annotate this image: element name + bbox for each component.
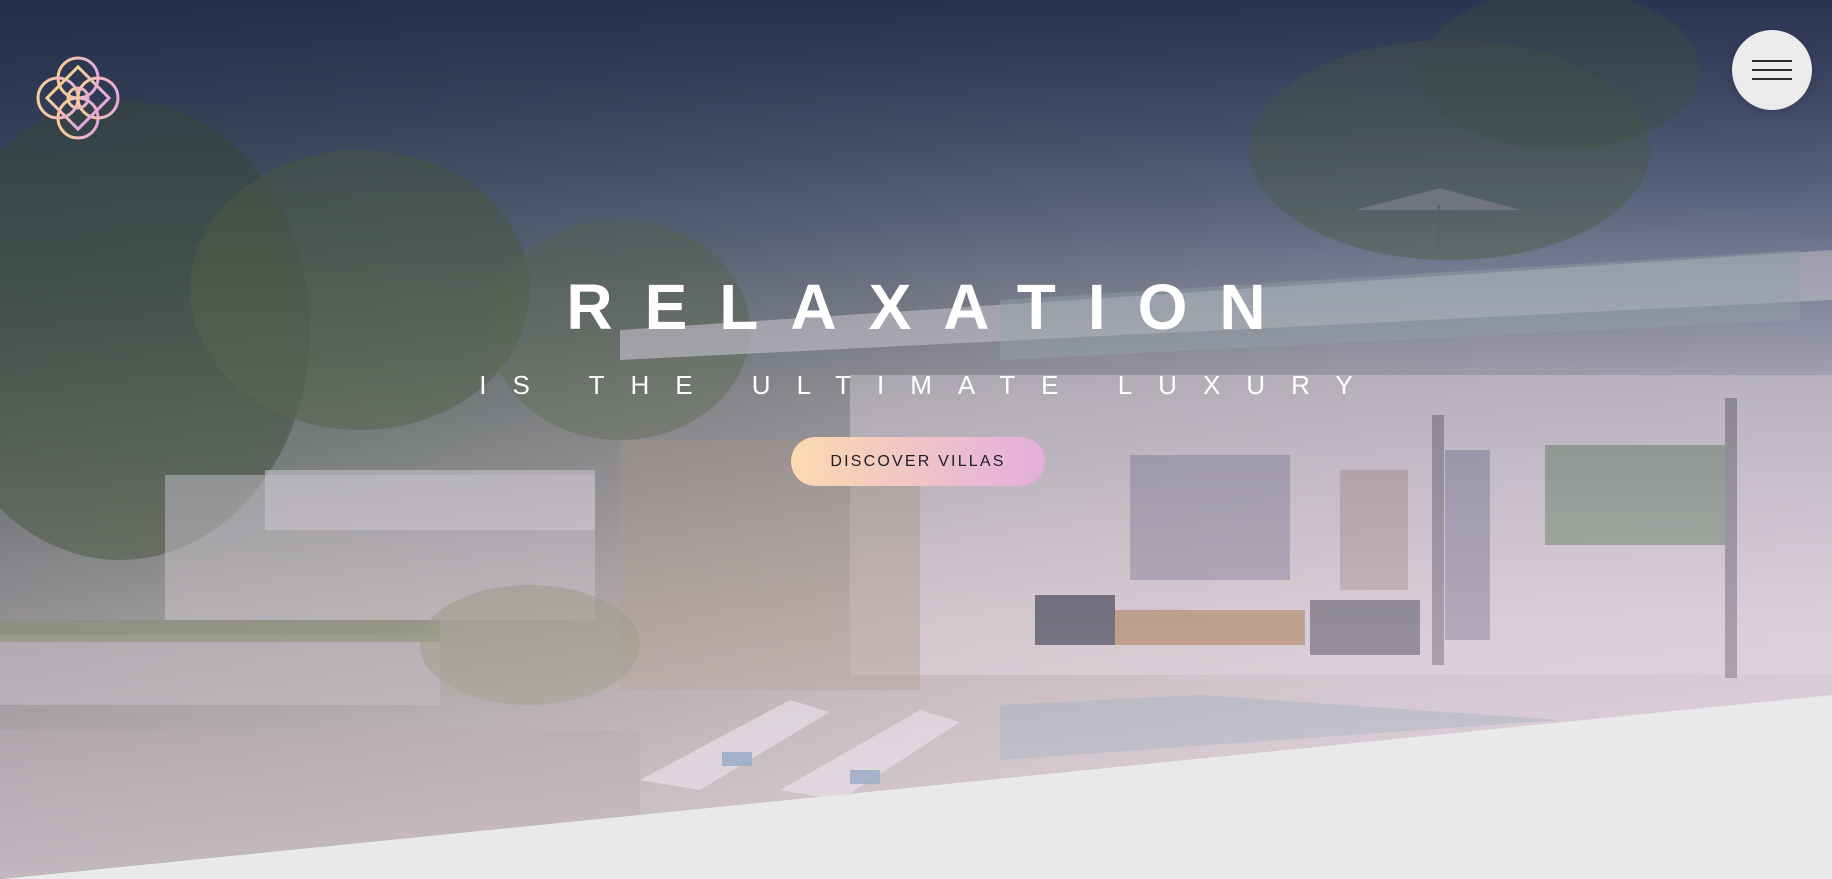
discover-villas-button[interactable]: DISCOVER VILLAS — [791, 437, 1045, 486]
hero-title: RELAXATION — [566, 271, 1298, 343]
hamburger-menu-icon — [1752, 60, 1792, 62]
hamburger-menu-icon-line — [1752, 78, 1792, 80]
lotus-logo-icon[interactable] — [28, 48, 128, 148]
hamburger-menu-icon-line — [1752, 69, 1792, 71]
hero-section: RELAXATION IS THE ULTIMATE LUXURY DISCOV… — [0, 0, 1832, 879]
hero-subtitle: IS THE ULTIMATE LUXURY — [479, 370, 1379, 400]
menu-button[interactable] — [1732, 30, 1812, 110]
